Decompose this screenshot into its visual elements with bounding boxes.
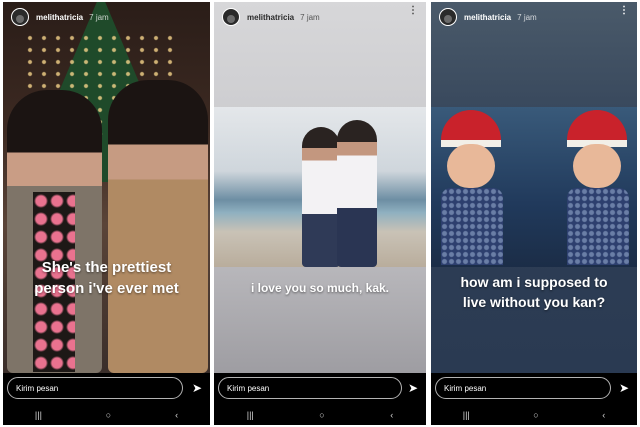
username[interactable]: melithatricia: [464, 13, 511, 22]
timestamp: 7 jam: [517, 12, 537, 22]
story-panel-1[interactable]: melithatricia 7 jam She's the prettiest …: [3, 2, 210, 425]
avatar-icon: [444, 15, 452, 23]
girl-right: [108, 80, 208, 373]
santa-hat: [441, 110, 501, 147]
caption-line: i love you so much, kak.: [250, 281, 390, 295]
story-header[interactable]: melithatricia 7 jam: [11, 8, 109, 26]
caption-line: how am i supposed to: [460, 274, 608, 290]
android-nav-bar: ||| ○ ‹: [3, 405, 210, 425]
message-input[interactable]: Kirim pesan: [7, 377, 183, 399]
message-bar: Kirim pesan ➤: [431, 373, 637, 405]
baby-face: [447, 144, 495, 188]
caption-line: She's the prettiest: [41, 259, 172, 276]
caption-line: live without you kan?: [462, 294, 606, 310]
avatar-icon: [16, 15, 24, 23]
baby-face: [573, 144, 621, 188]
baby-left: [437, 110, 507, 265]
story-photo-background: [214, 2, 426, 373]
story-caption: i love you so much, kak.: [214, 281, 426, 295]
message-input[interactable]: Kirim pesan: [435, 377, 611, 399]
message-placeholder: Kirim pesan: [444, 383, 487, 393]
timestamp: 7 jam: [300, 12, 320, 22]
message-bar: Kirim pesan ➤: [214, 373, 426, 405]
story-photo-girls-christmas-tree: [3, 2, 210, 373]
send-icon[interactable]: ➤: [619, 381, 629, 395]
story-header[interactable]: melithatricia 7 jam: [439, 8, 537, 26]
username[interactable]: melithatricia: [36, 13, 83, 22]
send-icon[interactable]: ➤: [408, 381, 418, 395]
home-icon[interactable]: ○: [106, 410, 111, 420]
santa-hat: [567, 110, 627, 147]
home-icon[interactable]: ○: [319, 410, 324, 420]
story-panel-2[interactable]: melithatricia 7 jam ⋮ i love you so much…: [214, 2, 426, 425]
avatar[interactable]: [11, 8, 29, 26]
message-placeholder: Kirim pesan: [227, 383, 270, 393]
back-icon[interactable]: ‹: [175, 410, 178, 420]
baby-overalls: [567, 188, 629, 265]
android-nav-bar: ||| ○ ‹: [431, 405, 637, 425]
more-vertical-icon[interactable]: ⋮: [408, 6, 418, 16]
caption-line: person i've ever met: [34, 280, 179, 297]
avatar[interactable]: [439, 8, 457, 26]
send-icon[interactable]: ➤: [192, 381, 202, 395]
story-caption: She's the prettiest person i've ever met: [3, 257, 210, 299]
child-left: [302, 127, 340, 267]
android-nav-bar: ||| ○ ‹: [214, 405, 426, 425]
timestamp: 7 jam: [89, 12, 109, 22]
baby-overalls: [441, 188, 503, 265]
message-placeholder: Kirim pesan: [16, 383, 59, 393]
username[interactable]: melithatricia: [247, 13, 294, 22]
child-right: [337, 120, 377, 267]
more-vertical-icon[interactable]: ⋮: [619, 6, 629, 16]
story-caption: how am i supposed to live without you ka…: [431, 272, 637, 312]
back-icon[interactable]: ‹: [602, 410, 605, 420]
message-bar: Kirim pesan ➤: [3, 373, 210, 405]
story-photo-background: [431, 2, 637, 373]
recent-apps-icon[interactable]: |||: [247, 410, 254, 420]
message-input[interactable]: Kirim pesan: [218, 377, 402, 399]
avatar-icon: [227, 15, 235, 23]
story-header[interactable]: melithatricia 7 jam: [222, 8, 320, 26]
recent-apps-icon[interactable]: |||: [463, 410, 470, 420]
baby-right: [563, 110, 633, 265]
back-icon[interactable]: ‹: [390, 410, 393, 420]
avatar[interactable]: [222, 8, 240, 26]
recent-apps-icon[interactable]: |||: [35, 410, 42, 420]
home-icon[interactable]: ○: [533, 410, 538, 420]
story-panel-3[interactable]: melithatricia 7 jam ⋮ how am i supposed …: [431, 2, 637, 425]
